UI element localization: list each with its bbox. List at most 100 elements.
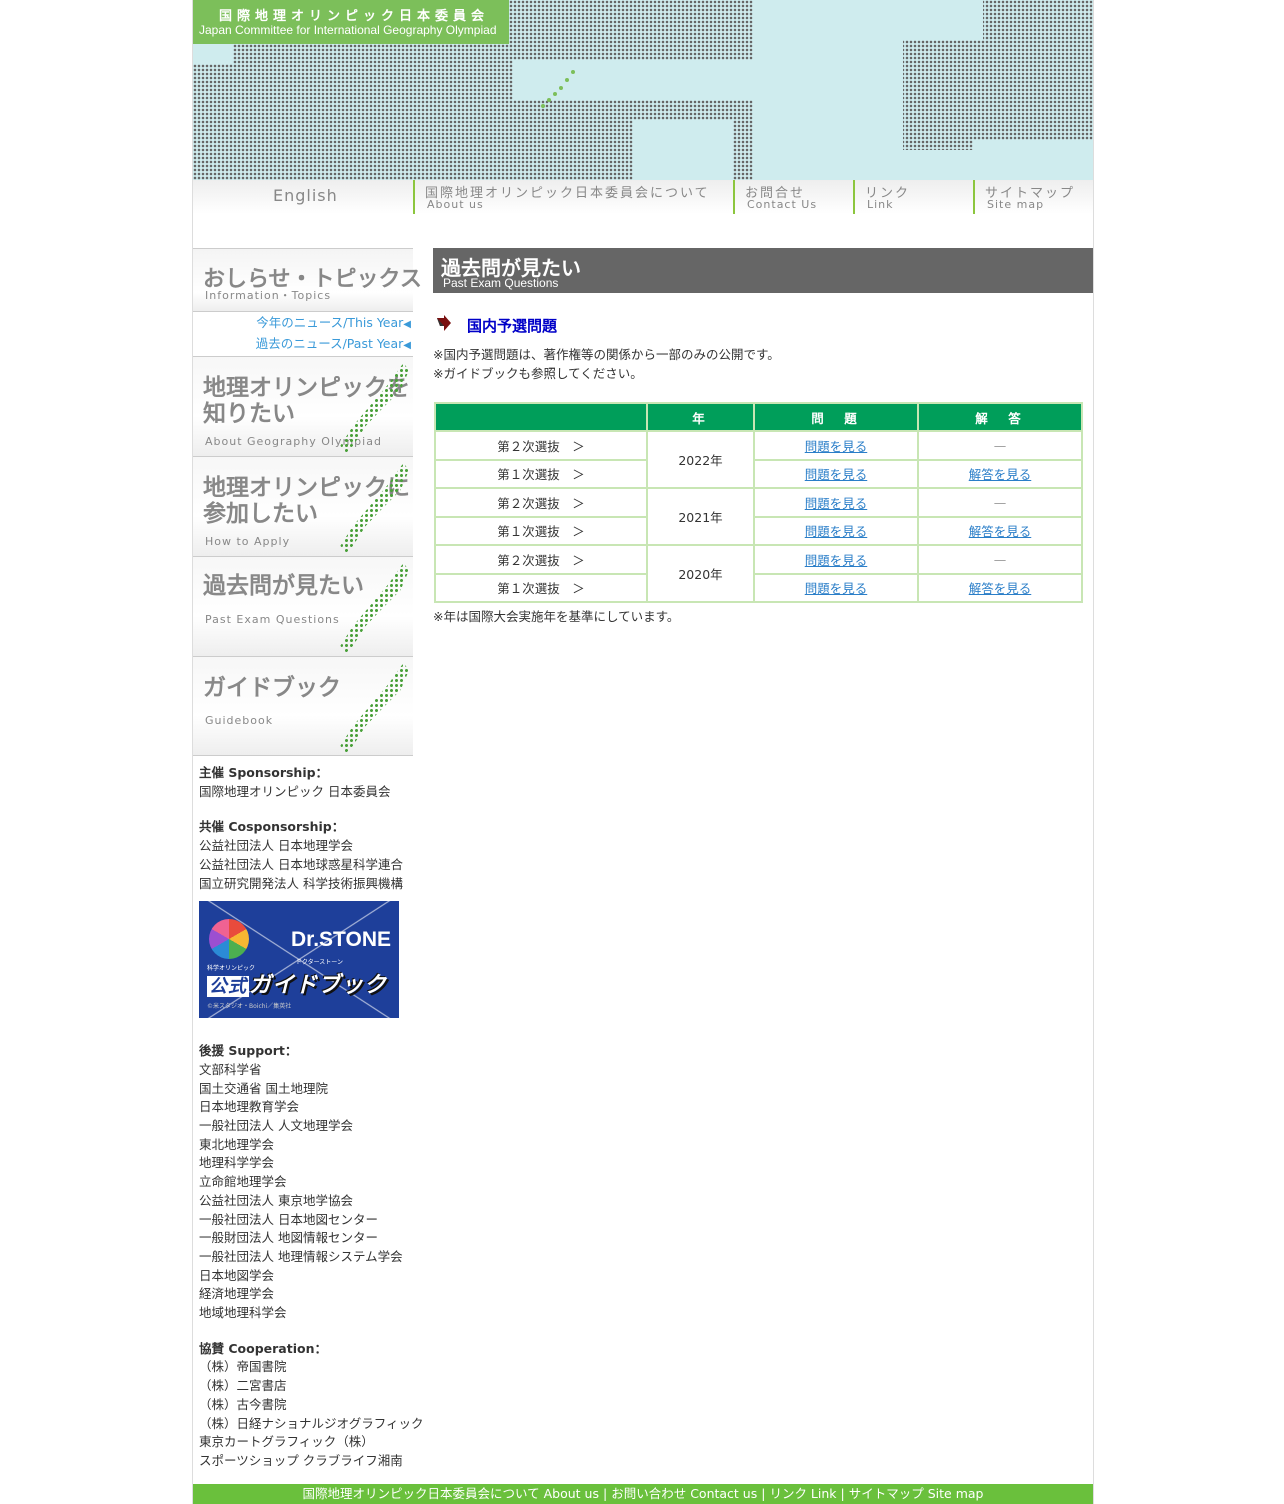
banner-guide-badge: 公式 xyxy=(207,976,249,998)
footer-link-contact[interactable]: お問い合わせ Contact us xyxy=(611,1486,757,1501)
footer-link-sitemap[interactable]: サイトマップ Site map xyxy=(849,1486,984,1501)
cooperation-item: スポーツショップ クラブライフ湘南 xyxy=(199,1452,403,1468)
news-past-year-label: 過去のニュース/Past Year xyxy=(255,336,404,351)
sponsorship-heading: 主催 Sponsorship： xyxy=(199,765,329,780)
support-item: 一般社団法人 地理情報システム学会 xyxy=(199,1248,403,1264)
answer-cell: 解答を見る xyxy=(917,572,1083,603)
nav-sitemap-en: Site map xyxy=(987,198,1045,211)
note-line: ※国内予選問題は、著作権等の関係から一部のみの公開です。 xyxy=(433,347,780,362)
year-cell: 2021年 xyxy=(646,487,755,546)
footer-nav: 国際地理オリンピック日本委員会について About us | お問い合わせ Cont… xyxy=(193,1484,1093,1504)
sea-area xyxy=(793,150,993,180)
banner-title-sub: ドクターストーン xyxy=(295,959,343,967)
table-footnote: ※年は国際大会実施年を基準にしています。 xyxy=(433,609,680,624)
round-cell: 第２次選抜 ＞ xyxy=(434,487,648,518)
sea-area xyxy=(893,0,983,40)
nav-about[interactable]: 国際地理オリンピック日本委員会について About us xyxy=(413,180,733,214)
support-item: 公益社団法人 東京地学協会 xyxy=(199,1192,353,1208)
footer-separator: | xyxy=(840,1486,845,1501)
footer-link-about[interactable]: 国際地理オリンピック日本委員会について About us xyxy=(303,1486,599,1501)
drstone-guidebook-banner[interactable]: 科学オリンピック Dr.STONE ドクターストーン 公式ガイドブック ©米スタ… xyxy=(199,901,399,1019)
col-header-answer: 解 答 xyxy=(917,402,1083,432)
support-item: 一般社団法人 人文地理学会 xyxy=(199,1118,353,1134)
round-cell: 第２次選抜 ＞ xyxy=(434,430,648,461)
cooperation-item: （株）日経ナショナルジオグラフィック xyxy=(199,1415,424,1431)
nav-english[interactable]: English xyxy=(193,180,413,214)
topics-subtitle: Information・Topics xyxy=(205,289,332,302)
cooperation-list: （株）帝国書院 （株）二宮書店 （株）古今書院 （株）日経ナショナルジオグラフィック東… xyxy=(199,1358,429,1470)
table-row: 第２次選抜 ＞ 2020年 問題を見る — xyxy=(434,544,1083,603)
support-item: 地域地理科学会 xyxy=(199,1305,287,1321)
table-body: 第２次選抜 ＞ 2022年 問題を見る — 第１次選抜 ＞問題を見る 解答を見る 第２次選抜… xyxy=(434,430,1083,603)
global-nav: English 国際地理オリンピック日本委員会について About us お問合… xyxy=(193,180,1093,214)
view-answer-link[interactable]: 解答を見る xyxy=(969,581,1032,596)
sidebar-item-about-olympiad[interactable]: 地理オリンピックを 知りたい About Geography Olympiad xyxy=(193,356,413,456)
sidebar-topics[interactable]: おしらせ・トピックス Information・Topics xyxy=(193,248,422,312)
support-item: 一般財団法人 地図情報センター xyxy=(199,1230,378,1246)
site-logo[interactable]: 国際地理オリンピック日本委員会 Japan Committee for Inte… xyxy=(193,0,509,44)
support-list: 文部科学省 国土交通省 国土地理院 日本地理教育学会 一般社団法人 人文地理学会 東北地… xyxy=(199,1061,429,1323)
sidebar-item-title: 過去問が見たい xyxy=(203,573,364,599)
answer-cell: — xyxy=(917,430,1083,461)
header-world-map: 国際地理オリンピック日本委員会 Japan Committee for Inte… xyxy=(193,0,1093,180)
year-cell: 2022年 xyxy=(646,430,755,489)
table-header-row: 年 問 題 解 答 xyxy=(434,402,1083,432)
cooperation-item: （株）帝国書院 xyxy=(199,1359,287,1375)
table-row: 第２次選抜 ＞ 2022年 問題を見る — xyxy=(434,430,1083,489)
news-this-year-link[interactable]: 今年のニュース/This Year◀ xyxy=(193,313,411,334)
footer-link-link[interactable]: リンク Link xyxy=(769,1486,836,1501)
sidebar-item-line2: 知りたい xyxy=(203,401,295,427)
sidebar-item-past-exam[interactable]: 過去問が見たい Past Exam Questions xyxy=(193,556,413,656)
news-past-year-link[interactable]: 過去のニュース/Past Year◀ xyxy=(193,334,411,355)
sponsor-list: 主催 Sponsorship： 国際地理オリンピック 日本委員会 共催 Cosp… xyxy=(199,764,429,1471)
note-line: ※ガイドブックも参照してください。 xyxy=(433,366,643,381)
japan-dot xyxy=(559,86,563,90)
cosponsor-item: 公益社団法人 日本地理学会 xyxy=(199,838,353,854)
round-cell: 第２次選抜 ＞ xyxy=(434,544,648,575)
view-question-link[interactable]: 問題を見る xyxy=(805,553,868,568)
round-cell: 第１次選抜 ＞ xyxy=(434,458,648,489)
cosponsor-item: 国立研究開発法人 科学技術振興機構 xyxy=(199,875,403,891)
question-cell: 問題を見る xyxy=(753,430,919,461)
science-olympiad-logo-icon xyxy=(209,919,249,960)
japan-dot xyxy=(565,78,569,82)
col-header-year: 年 xyxy=(646,402,755,432)
cooperation-item: 東京カートグラフィック（株） xyxy=(199,1434,374,1450)
sidebar-item-guidebook[interactable]: ガイドブック Guidebook xyxy=(193,656,413,756)
round-cell: 第１次選抜 ＞ xyxy=(434,515,648,546)
view-answer-link[interactable]: 解答を見る xyxy=(969,467,1032,482)
notes: ※国内予選問題は、著作権等の関係から一部のみの公開です。 ※ガイドブックも参照し… xyxy=(433,345,1093,383)
col-header-round xyxy=(434,402,648,432)
banner-copyright: ©米スタジオ・Boichi／集英社 xyxy=(207,1002,292,1010)
question-cell: 問題を見る xyxy=(753,572,919,603)
nav-link[interactable]: リンク Link xyxy=(853,180,973,214)
view-question-link[interactable]: 問題を見る xyxy=(805,496,868,511)
nav-contact-en: Contact Us xyxy=(747,198,818,211)
support-item: 文部科学省 xyxy=(199,1061,262,1077)
sponsor-item: 国際地理オリンピック 日本委員会 xyxy=(199,783,391,799)
table-row: 第１次選抜 ＞ 問題を見る 解答を見る xyxy=(434,458,1083,489)
sidebar-item-how-to-apply[interactable]: 地理オリンピックに 参加したい How to Apply xyxy=(193,456,413,556)
view-question-link[interactable]: 問題を見る xyxy=(805,524,868,539)
answer-cell: 解答を見る xyxy=(917,458,1083,489)
question-cell: 問題を見る xyxy=(753,515,919,546)
view-answer-link[interactable]: 解答を見る xyxy=(969,524,1032,539)
sidebar-item-title: ガイドブック xyxy=(203,675,341,701)
section-title: 国内予選問題 xyxy=(467,317,558,335)
sea-area xyxy=(513,60,753,100)
support-item: 一般社団法人 日本地図センター xyxy=(199,1211,378,1227)
view-question-link[interactable]: 問題を見る xyxy=(805,581,868,596)
view-question-link[interactable]: 問題を見る xyxy=(805,439,868,454)
main-content: 過去問が見たい Past Exam Questions 国内予選問題 ※国内予選… xyxy=(433,248,1093,625)
news-this-year-label: 今年のニュース/This Year xyxy=(256,315,404,330)
nav-contact[interactable]: お問合せ Contact Us xyxy=(733,180,853,214)
support-heading: 後援 Support： xyxy=(199,1043,298,1059)
cooperation-item: （株）古今書院 xyxy=(199,1396,287,1412)
page-frame: 国際地理オリンピック日本委員会 Japan Committee for Inte… xyxy=(192,0,1094,1504)
answer-cell: 解答を見る xyxy=(917,515,1083,546)
view-question-link[interactable]: 問題を見る xyxy=(805,467,868,482)
nav-sitemap[interactable]: サイトマップ Site map xyxy=(973,180,1093,214)
round-cell: 第１次選抜 ＞ xyxy=(434,572,648,603)
japan-dot xyxy=(553,92,557,96)
japan-dot xyxy=(547,98,551,102)
